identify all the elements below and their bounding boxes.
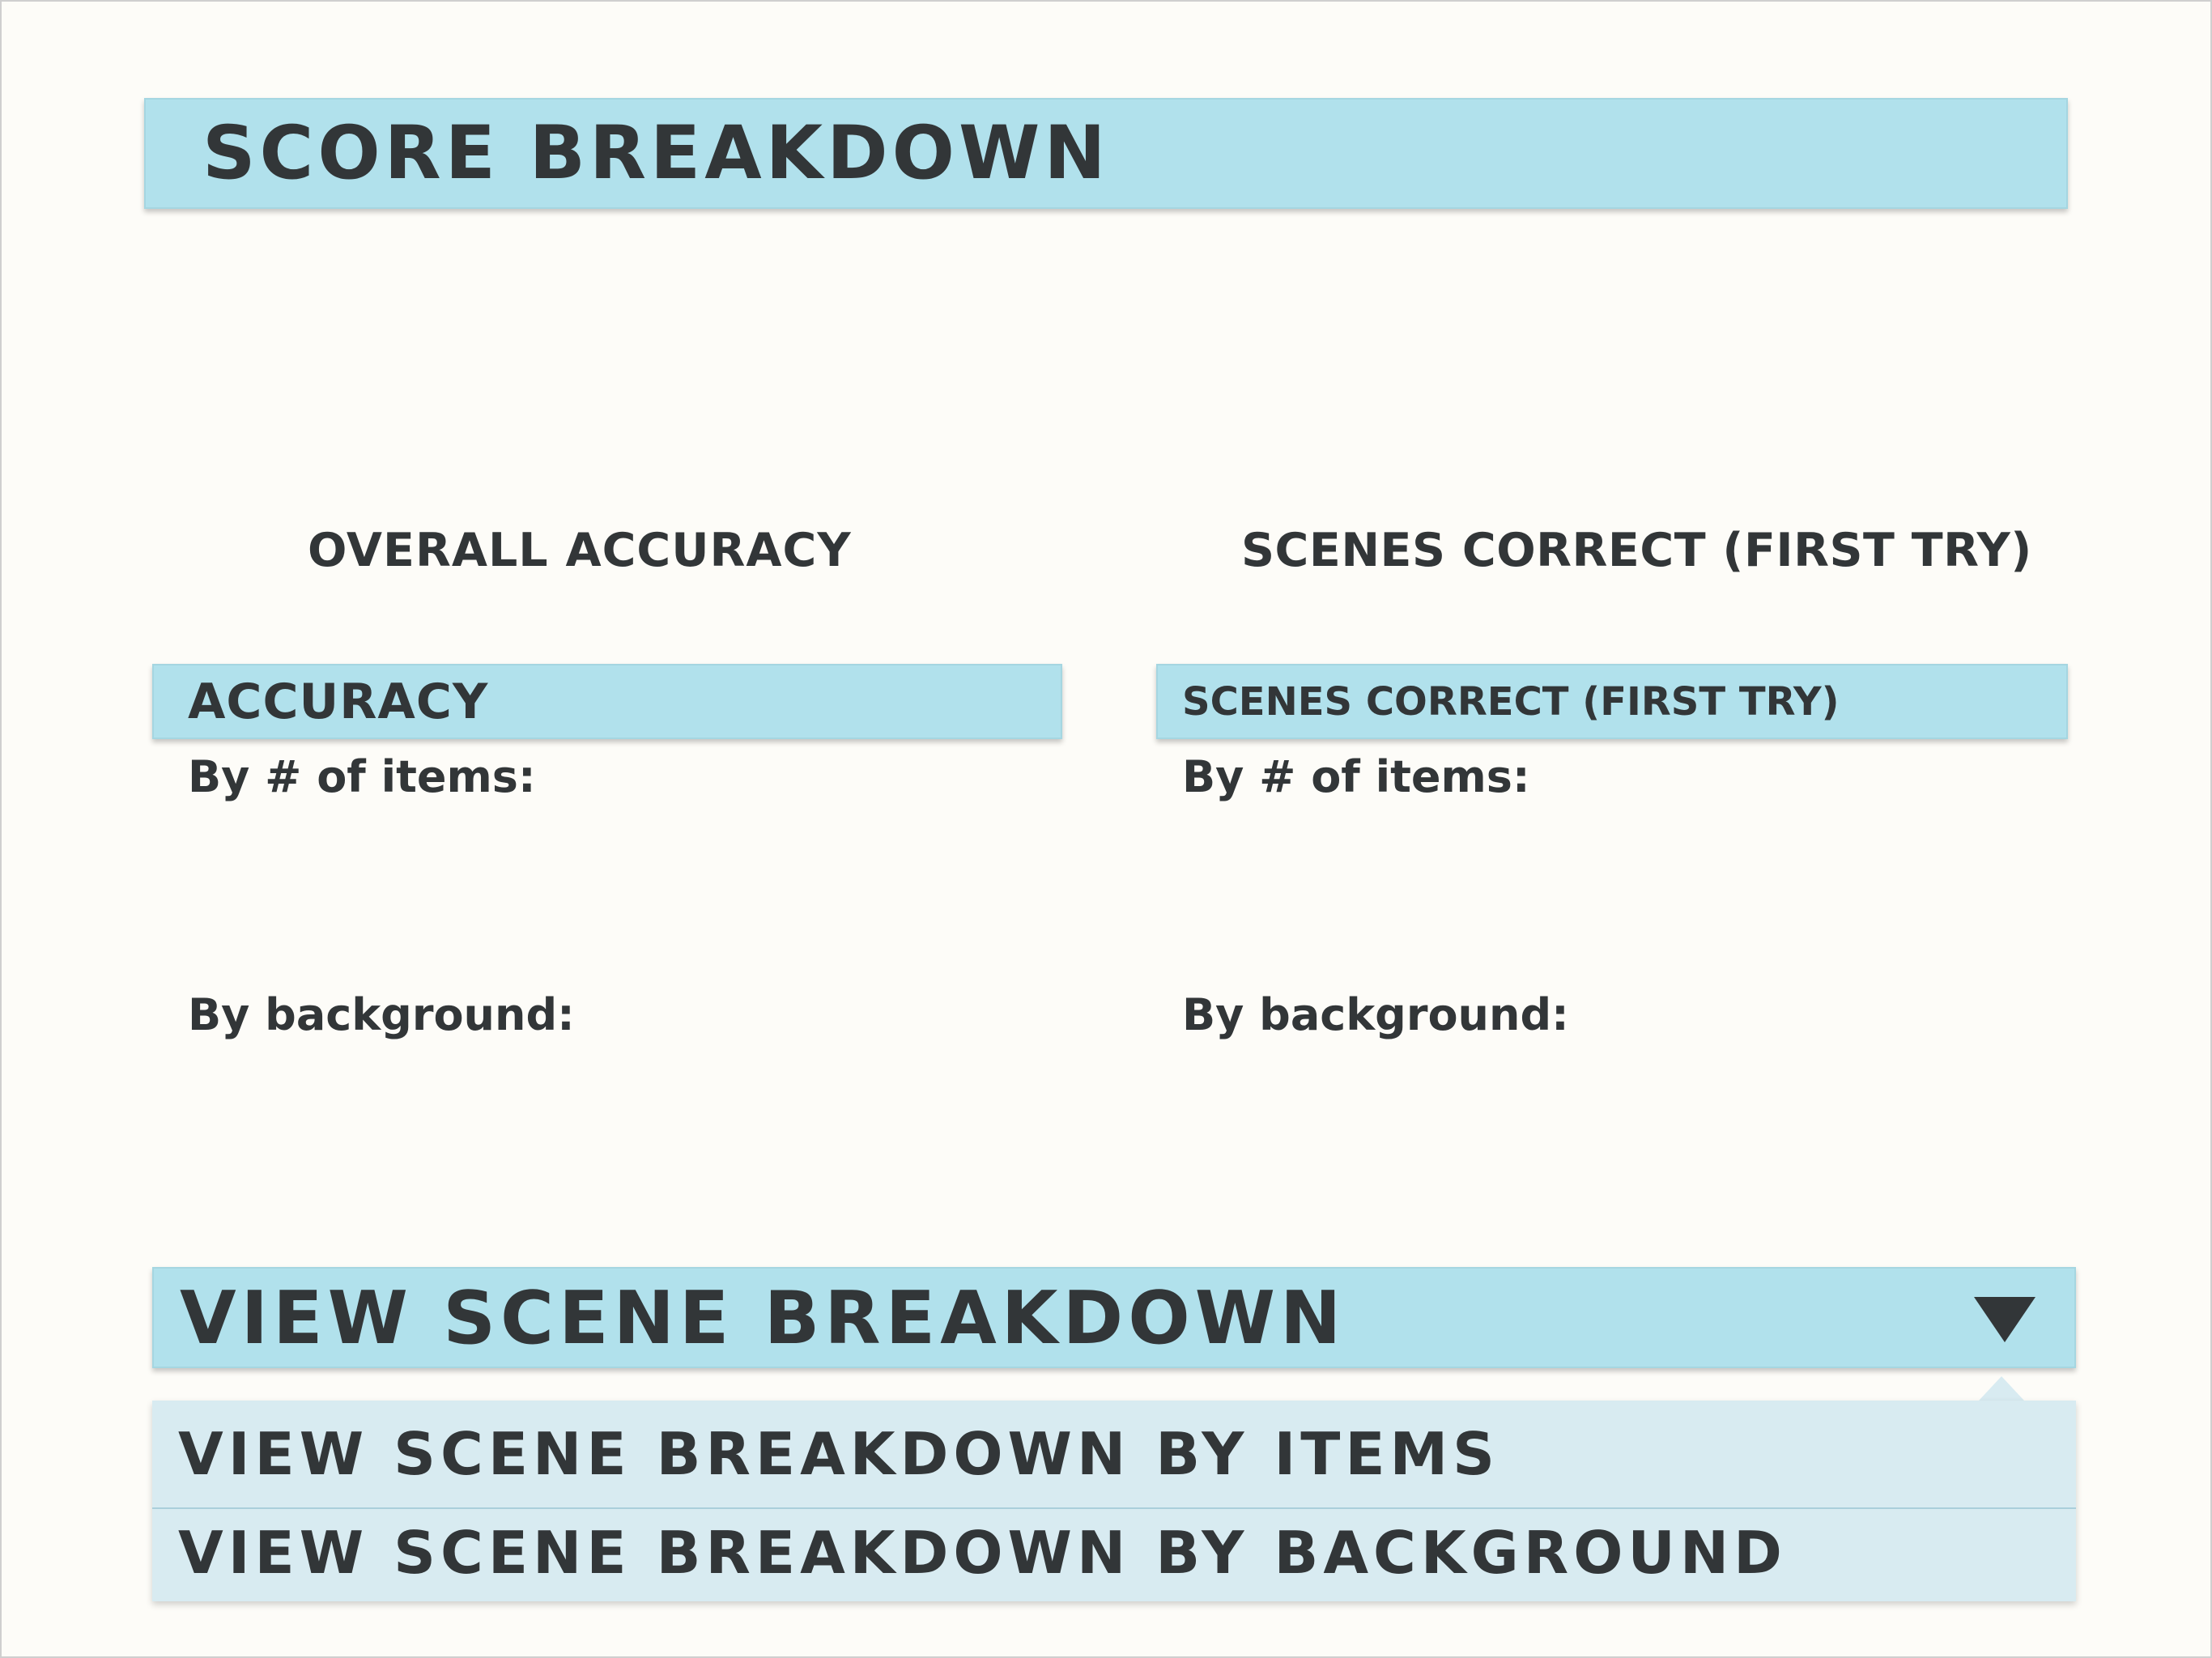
dropdown-menu: VIEW SCENE BREAKDOWN BY ITEMS VIEW SCENE…: [152, 1401, 2076, 1601]
scenes-by-items-label: By # of items:: [1182, 751, 1530, 802]
menu-item-label: VIEW SCENE BREAKDOWN BY BACKGROUND: [178, 1519, 1787, 1587]
accuracy-section-title: ACCURACY: [188, 674, 489, 730]
scenes-correct-section-bar: SCENES CORRECT (FIRST TRY): [1156, 664, 2068, 739]
menu-item-by-background[interactable]: VIEW SCENE BREAKDOWN BY BACKGROUND: [152, 1503, 2076, 1601]
menu-item-label: VIEW SCENE BREAKDOWN BY ITEMS: [178, 1420, 1500, 1488]
page-title: SCORE BREAKDOWN: [202, 111, 1110, 196]
menu-item-by-items[interactable]: VIEW SCENE BREAKDOWN BY ITEMS: [152, 1401, 2076, 1499]
accuracy-section-bar: ACCURACY: [152, 664, 1062, 739]
score-breakdown-header: SCORE BREAKDOWN: [144, 98, 2068, 209]
scenes-correct-section-title: SCENES CORRECT (FIRST TRY): [1182, 679, 1840, 725]
dropdown-selected-label: VIEW SCENE BREAKDOWN: [180, 1276, 1346, 1361]
triangle-down-icon[interactable]: [1974, 1297, 2035, 1342]
overall-accuracy-heading: OVERALL ACCURACY: [308, 524, 852, 577]
accuracy-by-background-label: By background:: [188, 989, 575, 1040]
accuracy-by-items-label: By # of items:: [188, 751, 536, 802]
scenes-by-background-label: By background:: [1182, 989, 1569, 1040]
menu-pointer: [1979, 1376, 2024, 1401]
scene-breakdown-dropdown[interactable]: VIEW SCENE BREAKDOWN: [152, 1267, 2076, 1368]
scenes-correct-heading: SCENES CORRECT (FIRST TRY): [1241, 524, 2032, 577]
